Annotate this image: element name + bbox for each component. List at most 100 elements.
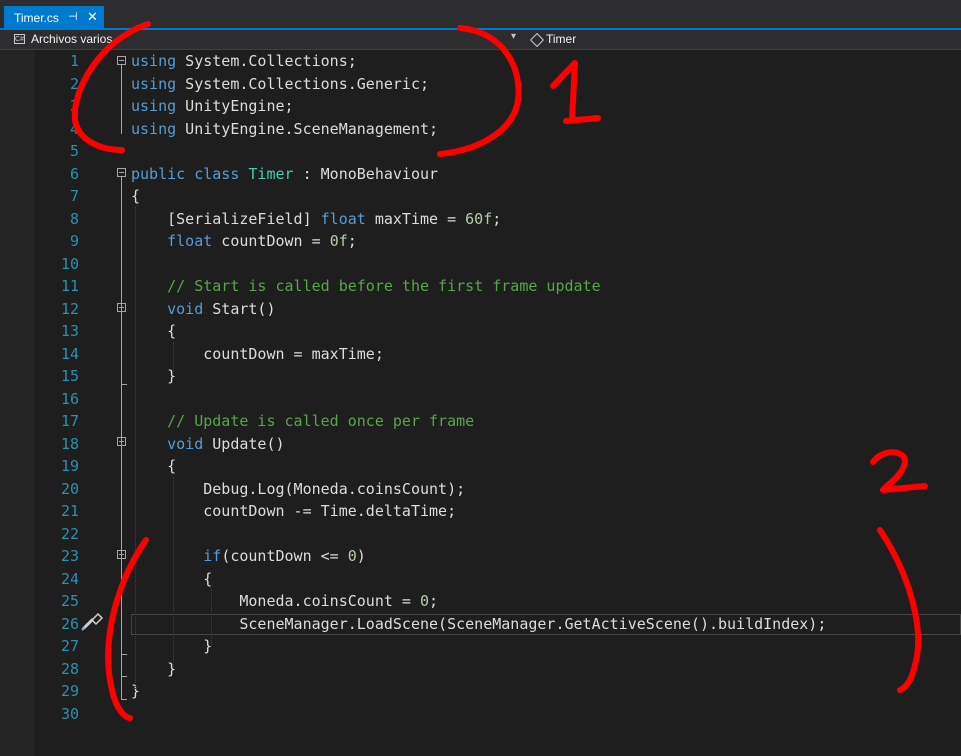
code-token: { bbox=[131, 322, 177, 340]
code-line[interactable]: 1 using System.Collections; bbox=[0, 50, 961, 73]
code-line[interactable]: 9 float countDown = 0f; bbox=[0, 230, 961, 253]
code-line[interactable]: 23 if(countDown <= 0) bbox=[0, 545, 961, 568]
code-text: { bbox=[131, 568, 212, 591]
code-token: Moneda.coinsCount = bbox=[131, 592, 420, 610]
outline-line-end bbox=[121, 384, 127, 385]
code-line[interactable]: 17 // Update is called once per frame bbox=[0, 410, 961, 433]
code-line[interactable]: 16 bbox=[0, 388, 961, 411]
code-text: SceneManager.LoadScene(SceneManager.GetA… bbox=[131, 613, 826, 636]
code-line[interactable]: 4 using UnityEngine.SceneManagement; bbox=[0, 118, 961, 141]
code-line[interactable]: 15 } bbox=[0, 365, 961, 388]
code-line[interactable]: 26 SceneManager.LoadScene(SceneManager.G… bbox=[0, 613, 961, 636]
code-line[interactable]: 25 Moneda.coinsCount = 0; bbox=[0, 590, 961, 613]
csharp-file-icon: C# bbox=[14, 34, 25, 44]
outline-line-end bbox=[121, 676, 127, 677]
code-token: Start() bbox=[203, 299, 276, 318]
code-line[interactable]: 30 bbox=[0, 703, 961, 726]
code-line[interactable]: 27 } bbox=[0, 635, 961, 658]
line-number: 3 bbox=[69, 97, 79, 115]
line-number: 24 bbox=[60, 569, 79, 588]
code-editor[interactable]: 1 using System.Collections; 2 using System.… bbox=[0, 50, 961, 756]
code-line[interactable]: 29} bbox=[0, 680, 961, 703]
code-text: public class Timer : MonoBehaviour bbox=[131, 163, 438, 186]
code-text: using UnityEngine; bbox=[131, 95, 294, 118]
collapse-icon[interactable] bbox=[117, 437, 126, 446]
code-line[interactable]: 2 using System.Collections.Generic; bbox=[0, 73, 961, 96]
line-number: 11 bbox=[60, 277, 79, 295]
line-number: 22 bbox=[60, 524, 79, 543]
line-number: 1 bbox=[69, 52, 79, 70]
code-token: { bbox=[131, 187, 141, 205]
project-dropdown[interactable]: C# Archivos varios ▾ bbox=[10, 30, 520, 49]
line-number: 14 bbox=[60, 344, 79, 363]
code-text: // Start is called before the first fram… bbox=[131, 275, 601, 298]
code-text: if(countDown <= 0) bbox=[131, 545, 366, 568]
line-number: 17 bbox=[60, 412, 79, 430]
code-line[interactable]: 8 [SerializeField] float maxTime = 60f; bbox=[0, 208, 961, 231]
indent-guide bbox=[173, 342, 174, 372]
code-token: ; bbox=[492, 209, 502, 228]
code-token: Debug.Log(Moneda.coinsCount); bbox=[131, 479, 466, 498]
code-line[interactable]: 24 { bbox=[0, 568, 961, 591]
tab-timer-cs[interactable]: Timer.cs ⊣ ✕ bbox=[4, 6, 104, 30]
code-line[interactable]: 11 // Start is called before the first f… bbox=[0, 275, 961, 298]
code-line[interactable]: 6 public class Timer : MonoBehaviour bbox=[0, 163, 961, 186]
collapse-icon[interactable] bbox=[117, 303, 126, 312]
code-token: SceneManager.LoadScene(SceneManager.GetA… bbox=[131, 614, 827, 633]
code-line[interactable]: 18 void Update() bbox=[0, 433, 961, 456]
pin-icon[interactable]: ⊣ bbox=[68, 10, 78, 23]
code-token: class bbox=[194, 164, 240, 183]
code-line[interactable]: 13 { bbox=[0, 320, 961, 343]
code-line[interactable]: 20 Debug.Log(Moneda.coinsCount); bbox=[0, 478, 961, 501]
code-token: (countDown <= bbox=[221, 547, 348, 565]
line-number: 6 bbox=[69, 164, 79, 183]
line-number: 4 bbox=[69, 119, 79, 138]
line-number: 30 bbox=[60, 704, 79, 723]
code-token: { bbox=[131, 569, 213, 588]
code-line[interactable]: 14 countDown = maxTime; bbox=[0, 343, 961, 366]
code-token: using bbox=[131, 74, 177, 93]
indent-guide bbox=[135, 207, 136, 689]
code-line[interactable]: 3 using UnityEngine; bbox=[0, 95, 961, 118]
code-line[interactable]: 19 { bbox=[0, 455, 961, 478]
close-icon[interactable]: ✕ bbox=[87, 9, 98, 25]
code-text: } bbox=[131, 658, 176, 681]
code-token: ) bbox=[356, 547, 366, 565]
code-text: void Start() bbox=[131, 298, 276, 321]
line-number: 5 bbox=[69, 142, 79, 160]
code-token: float bbox=[167, 232, 213, 250]
code-token: UnityEngine.SceneManagement; bbox=[176, 119, 439, 138]
collapse-icon[interactable] bbox=[117, 550, 126, 559]
code-token: 0 bbox=[419, 592, 430, 610]
code-token: System.Collections; bbox=[176, 52, 357, 70]
code-line[interactable]: 12 void Start() bbox=[0, 298, 961, 321]
collapse-icon[interactable] bbox=[117, 168, 126, 177]
screwdriver-icon[interactable] bbox=[80, 612, 104, 632]
code-line[interactable]: 7{ bbox=[0, 185, 961, 208]
collapse-icon[interactable] bbox=[117, 56, 126, 65]
code-token: 0 bbox=[347, 547, 357, 565]
code-token: float bbox=[320, 209, 366, 228]
code-token: 0f bbox=[329, 232, 348, 250]
code-text: void Update() bbox=[131, 433, 285, 456]
code-token: System.Collections.Generic; bbox=[176, 74, 430, 93]
code-text: using System.Collections.Generic; bbox=[131, 73, 429, 96]
line-number: 12 bbox=[60, 299, 79, 318]
code-line[interactable]: 10 bbox=[0, 253, 961, 276]
outline-line-end bbox=[121, 699, 127, 700]
code-token: Update() bbox=[203, 434, 285, 453]
tab-title: Timer.cs bbox=[14, 11, 59, 25]
code-line[interactable]: 22 bbox=[0, 523, 961, 546]
code-token: [SerializeField] bbox=[131, 209, 321, 228]
code-token: } bbox=[131, 637, 213, 655]
code-token: // Start is called before the first fram… bbox=[167, 277, 601, 295]
code-line[interactable]: 28 } bbox=[0, 658, 961, 681]
code-token: void bbox=[167, 299, 204, 318]
code-line[interactable]: 21 countDown -= Time.deltaTime; bbox=[0, 500, 961, 523]
type-member-dropdown[interactable]: Timer bbox=[528, 30, 948, 49]
code-line[interactable]: 5 bbox=[0, 140, 961, 163]
chevron-down-icon[interactable]: ▾ bbox=[511, 31, 516, 42]
